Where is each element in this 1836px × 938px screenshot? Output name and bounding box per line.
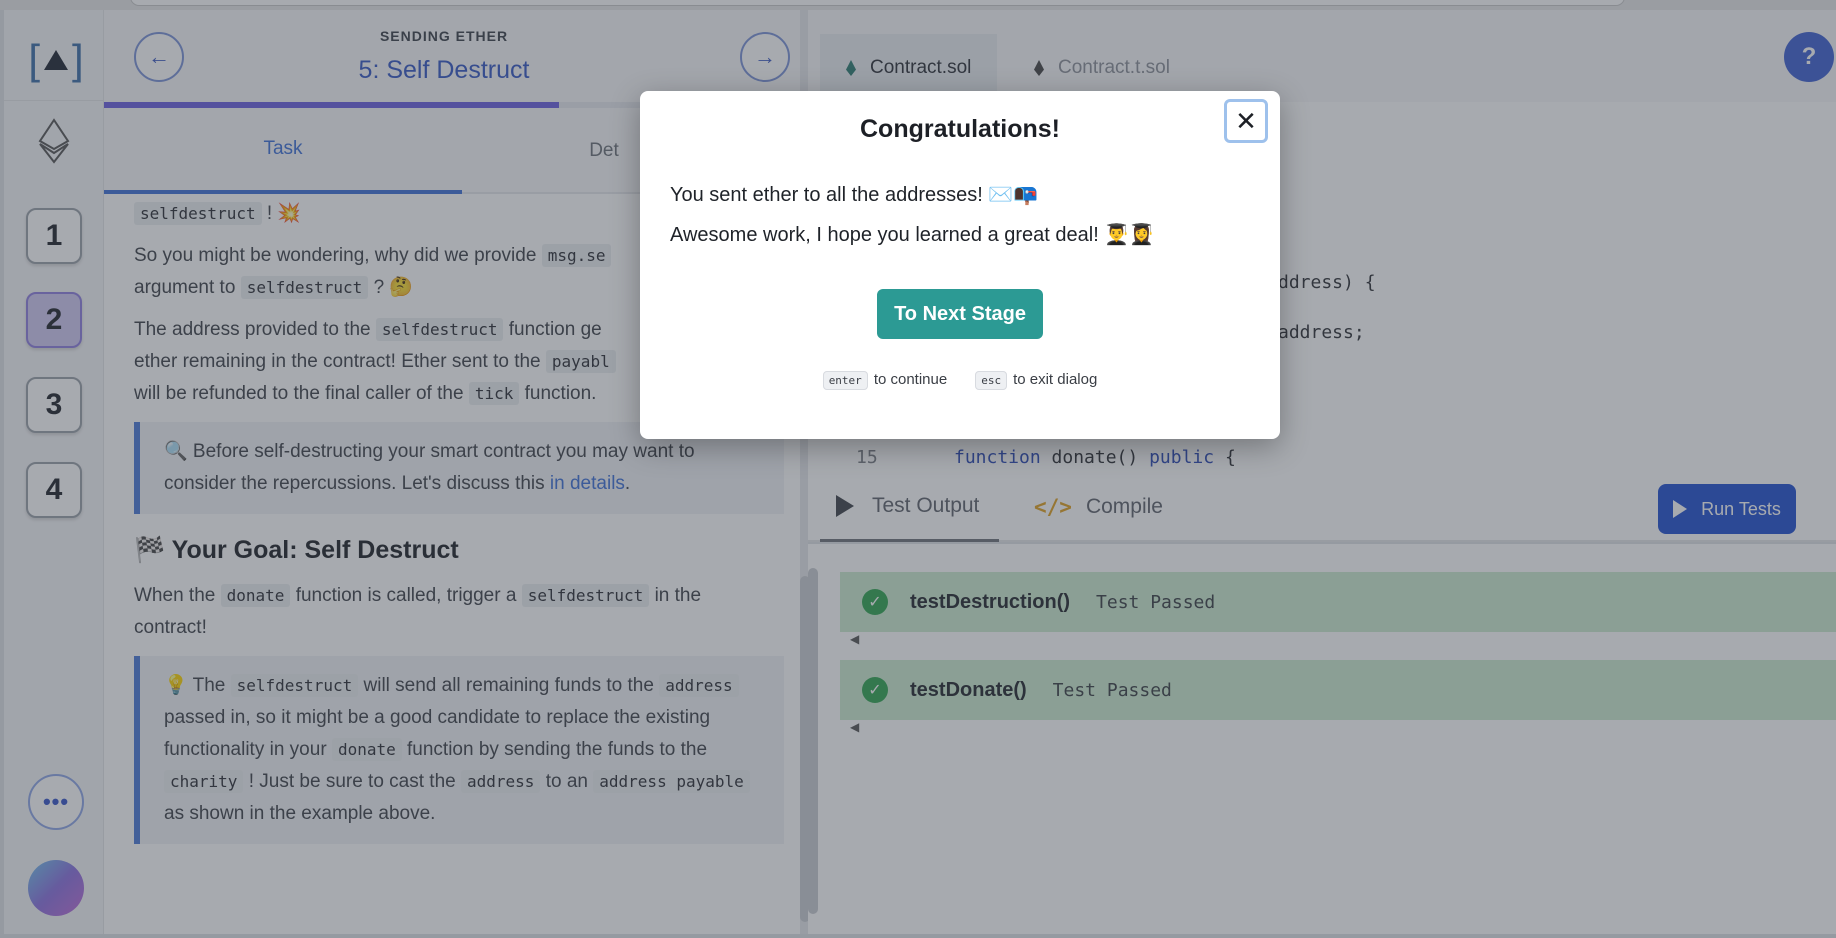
enter-hint: enter to continue	[822, 371, 948, 390]
dialog-title: Congratulations!	[860, 115, 1060, 143]
next-stage-label: To Next Stage	[894, 302, 1026, 325]
close-button[interactable]: ✕	[1224, 99, 1268, 143]
esc-hint: esc to exit dialog	[975, 371, 1098, 390]
congratulations-dialog: Congratulations! ✕ You sent ether to all…	[640, 91, 1280, 439]
next-stage-button[interactable]: To Next Stage	[877, 289, 1043, 339]
keyboard-hints: enter to continue esc to exit dialog	[640, 371, 1280, 390]
esc-key: esc	[975, 371, 1008, 390]
dialog-message: Awesome work, I hope you learned a great…	[670, 224, 1155, 246]
hint-text: to exit dialog	[1013, 371, 1098, 388]
close-icon: ✕	[1235, 105, 1257, 136]
dialog-message: You sent ether to all the addresses! ✉️📭	[670, 184, 1039, 206]
enter-key: enter	[822, 371, 868, 390]
hint-text: to continue	[873, 371, 948, 388]
